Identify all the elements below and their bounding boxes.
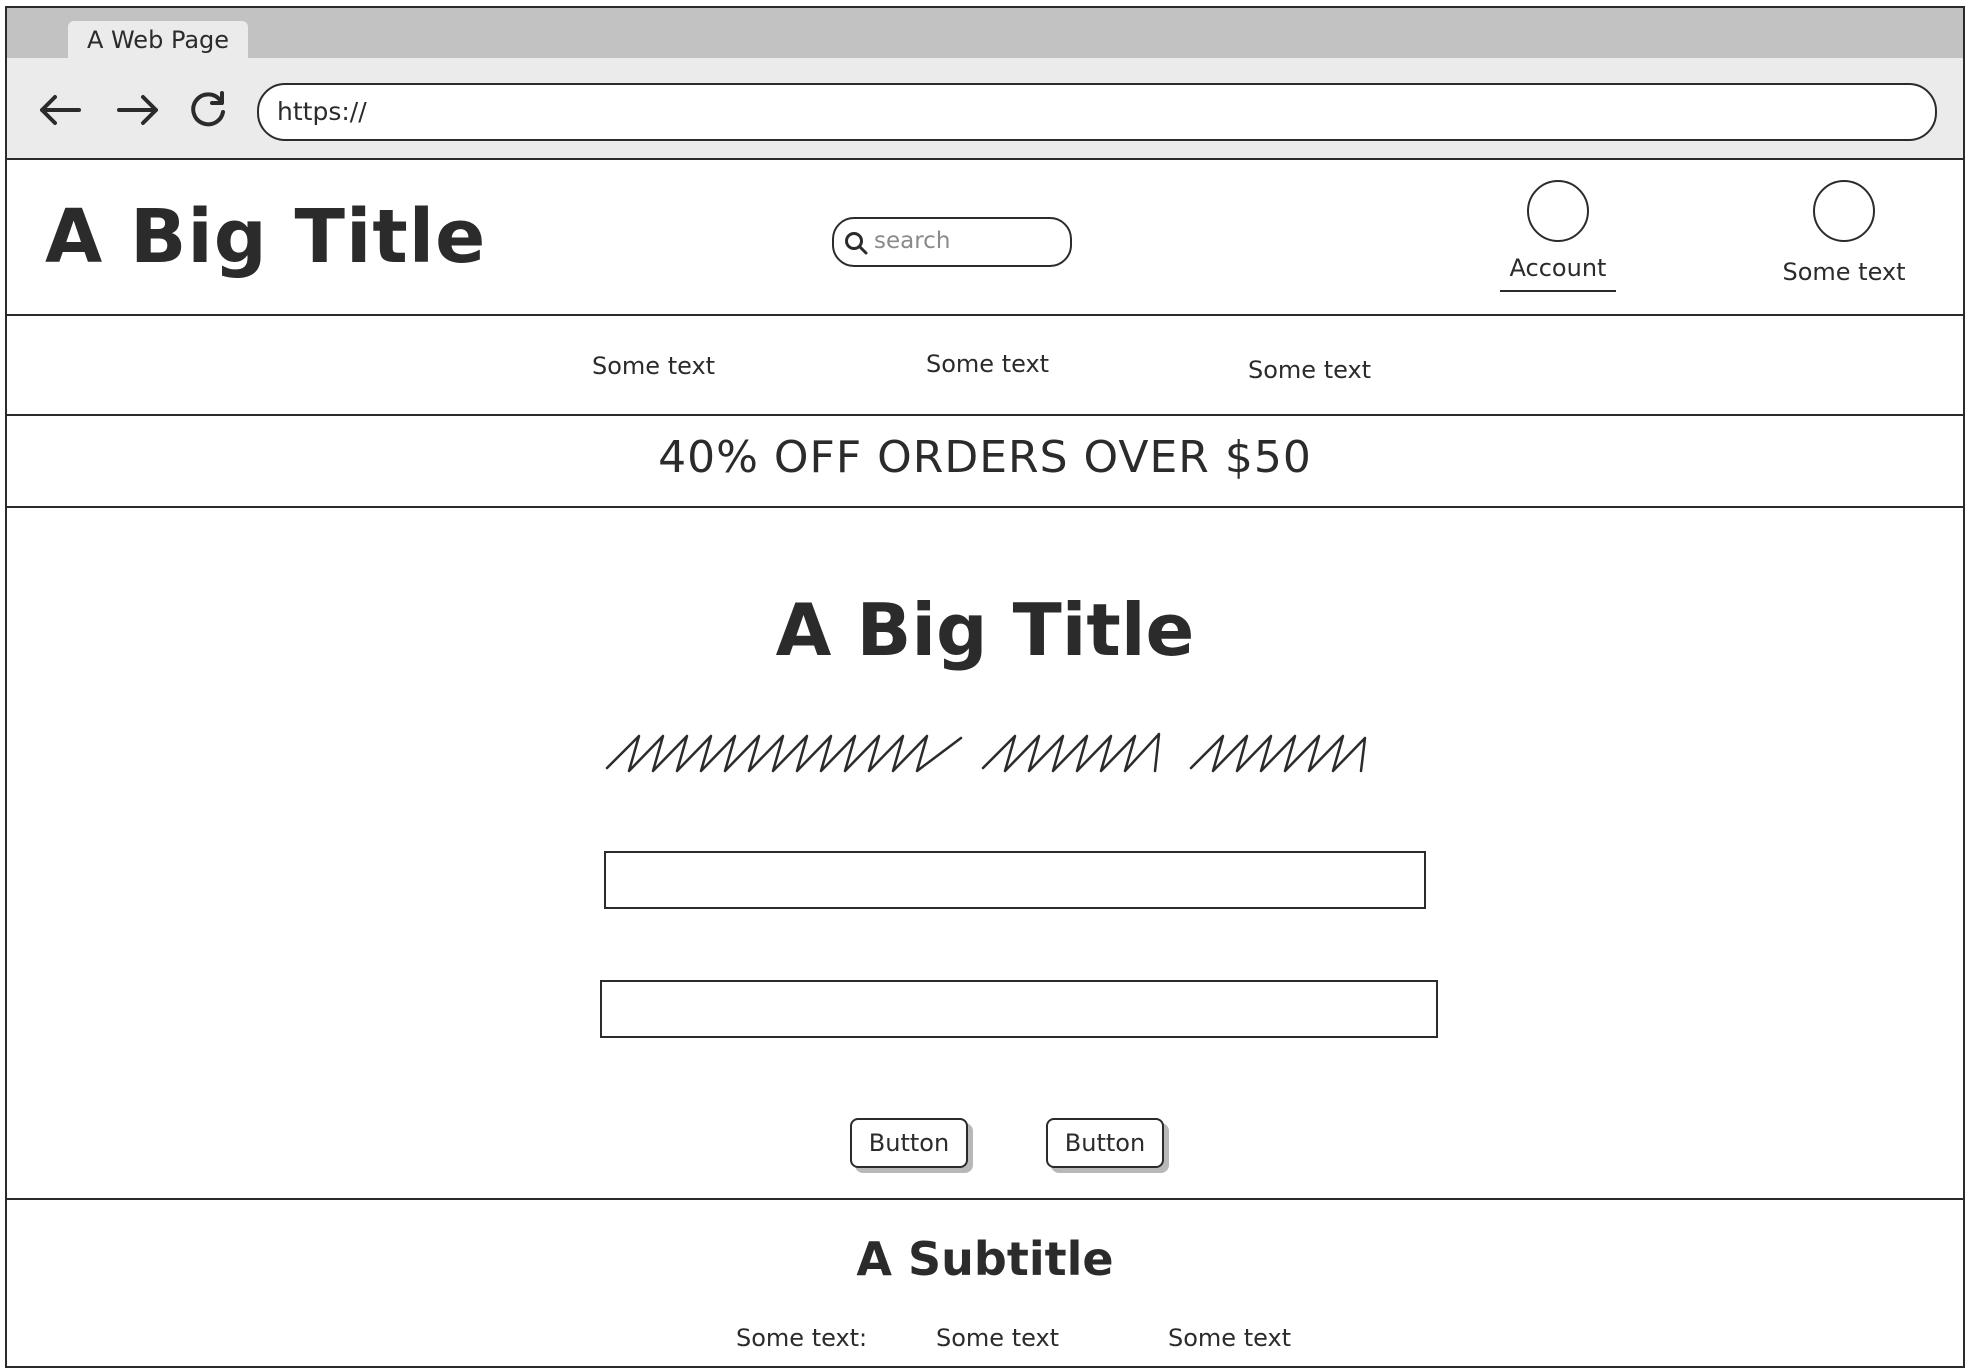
text-placeholder-scribble bbox=[605, 732, 1367, 773]
hero-section: A Big Title Button Button bbox=[7, 508, 1963, 1200]
site-logo[interactable]: A Big Title bbox=[45, 194, 486, 280]
reload-button[interactable] bbox=[187, 90, 237, 130]
account-avatar bbox=[1527, 180, 1589, 242]
footer-link[interactable]: Some text bbox=[936, 1324, 1059, 1352]
secondary-button[interactable]: Button bbox=[1046, 1118, 1164, 1168]
arrow-left-icon bbox=[40, 95, 81, 125]
nav-link[interactable]: Some text bbox=[926, 350, 1049, 378]
footer-link[interactable]: Some text: bbox=[736, 1324, 867, 1352]
nav-link[interactable]: Some text bbox=[1248, 356, 1371, 384]
footer-section: A Subtitle Some text: Some text Some tex… bbox=[7, 1200, 1963, 1366]
nav-link[interactable]: Some text bbox=[592, 352, 715, 380]
footer-subtitle: A Subtitle bbox=[856, 1232, 1114, 1286]
site-header: A Big Title Account Some text bbox=[7, 160, 1963, 316]
reload-icon bbox=[191, 91, 225, 127]
forward-button[interactable] bbox=[115, 90, 165, 130]
account-label: Account bbox=[1499, 254, 1617, 292]
footer-link[interactable]: Some text bbox=[1168, 1324, 1291, 1352]
promo-banner: 40% OFF ORDERS OVER $50 bbox=[7, 416, 1963, 508]
primary-button[interactable]: Button bbox=[850, 1118, 968, 1168]
search-icon bbox=[845, 232, 868, 255]
search-box[interactable] bbox=[832, 217, 1072, 267]
nav-bar: Some text Some text Some text bbox=[7, 316, 1963, 416]
back-button[interactable] bbox=[37, 90, 87, 130]
header-right-label: Some text bbox=[1782, 258, 1906, 286]
search-input[interactable] bbox=[874, 225, 1059, 257]
browser-window: A Web Page https:// A Big Title search A… bbox=[5, 6, 1965, 1368]
form-field-1[interactable] bbox=[604, 851, 1426, 909]
address-bar[interactable]: https:// bbox=[257, 83, 1937, 141]
form-field-2[interactable] bbox=[600, 980, 1438, 1038]
browser-toolbar: https:// bbox=[7, 58, 1963, 160]
hero-title: A Big Title bbox=[775, 588, 1195, 672]
arrow-right-icon bbox=[117, 95, 158, 125]
browser-tab[interactable]: A Web Page bbox=[68, 21, 248, 58]
account-link[interactable]: Account bbox=[1483, 180, 1633, 310]
promo-text: 40% OFF ORDERS OVER $50 bbox=[658, 432, 1312, 483]
header-right-avatar bbox=[1813, 180, 1875, 242]
header-right-link[interactable]: Some text bbox=[1769, 180, 1919, 310]
tab-strip: A Web Page bbox=[7, 8, 1963, 58]
